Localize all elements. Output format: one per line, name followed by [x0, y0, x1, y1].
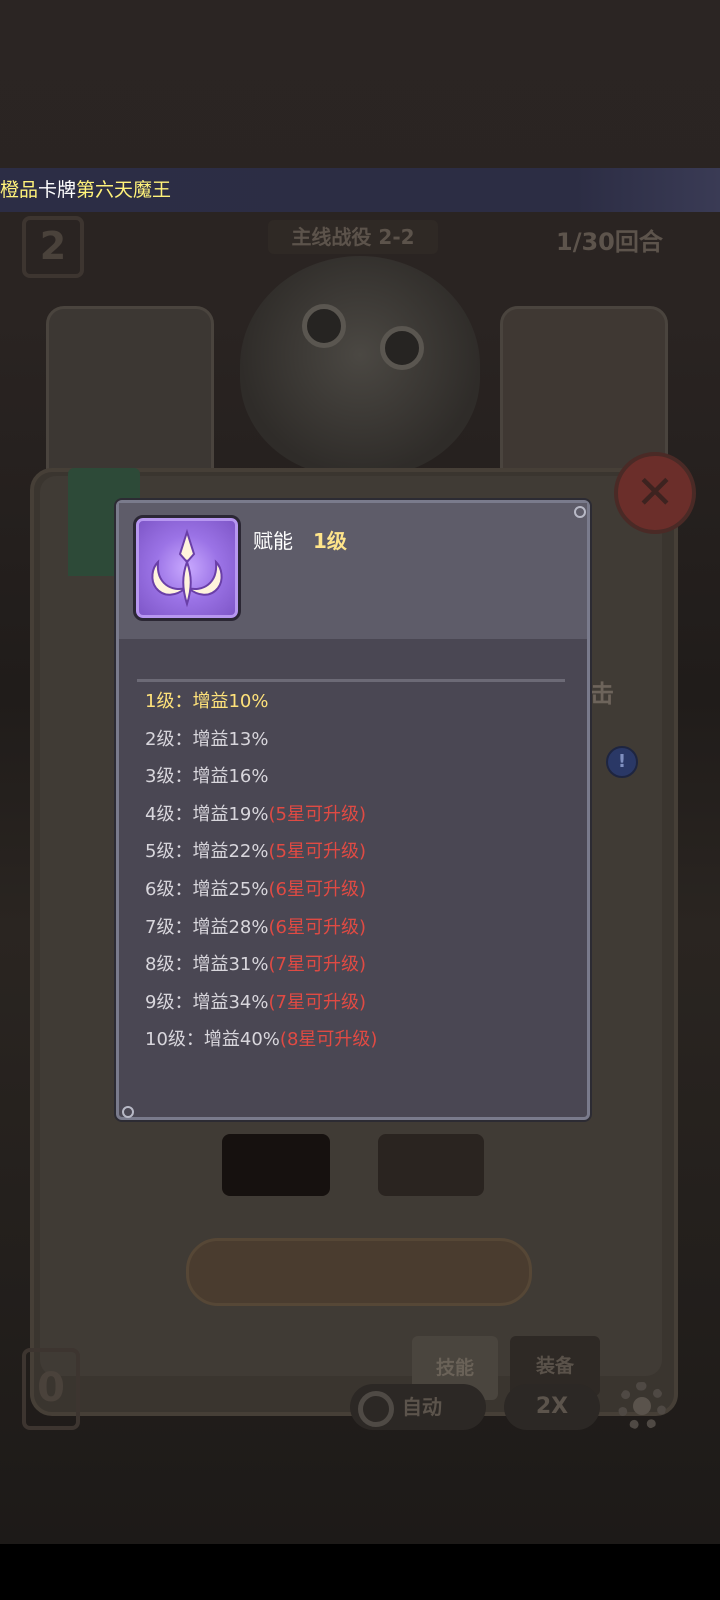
level-label: 8级：增益31% [145, 954, 269, 976]
corner-ornament [122, 1106, 134, 1118]
gear-icon[interactable] [618, 1382, 666, 1430]
level-label: 9级：增益34% [145, 991, 269, 1013]
level-requirement: (6星可升级) [268, 916, 366, 938]
level-item: 9级：增益34%(7星可升级) [145, 984, 377, 1022]
level-label: 5级：增益22% [145, 841, 269, 863]
level-item: 6级：增益25%(6星可升级) [145, 871, 377, 909]
bottom-counter: 0 [22, 1348, 80, 1430]
card-banner: 橙品卡牌第六天魔王 [0, 168, 720, 212]
close-button[interactable]: ✕ [614, 452, 696, 534]
skill-popup: 赋能 1级 1级：增益10% 2级：增益13% 3级：增益16% 4级：增益19%(5… [116, 500, 590, 1120]
action-button-left[interactable] [222, 1134, 330, 1196]
wave-number: 2 [22, 216, 84, 278]
level-label: 1级：增益10% [145, 691, 269, 712]
skill-level: 1级 [313, 529, 347, 553]
level-item: 4级：增益19%(5星可升级) [145, 796, 377, 834]
round-counter: 1/30回合 [556, 228, 663, 256]
level-item: 3级：增益16% [145, 758, 377, 796]
level-item: 10级：增益40%(8星可升级) [145, 1021, 377, 1059]
level-item: 1级：增益10% [145, 683, 377, 721]
skill-name: 赋能 [253, 529, 293, 553]
banner-card-name: 第六天魔王 [76, 179, 172, 201]
monster-eye [302, 304, 346, 348]
monster-eye [380, 326, 424, 370]
level-item: 5级：增益22%(5星可升级) [145, 833, 377, 871]
stage-title: 主线战役 2-2 [268, 220, 438, 254]
level-requirement: (6星可升级) [268, 878, 366, 900]
auto-label: 自动 [402, 1395, 442, 1419]
auto-icon [358, 1390, 394, 1427]
level-requirement: (8星可升级) [279, 1029, 378, 1051]
level-label: 4级：增益19% [145, 803, 269, 825]
level-requirement: (7星可升级) [268, 954, 366, 976]
level-label: 10级：增益40% [145, 1029, 280, 1051]
attack-label: 击 [590, 680, 614, 708]
level-item: 8级：增益31%(7星可升级) [145, 946, 377, 984]
auto-button[interactable]: 自动 [350, 1384, 486, 1430]
banner-card-label: 卡牌 [38, 179, 77, 201]
level-item: 2级：增益13% [145, 721, 377, 759]
boss-monster [240, 256, 480, 476]
level-label: 3级：增益16% [145, 766, 269, 788]
level-requirement: (5星可升级) [268, 803, 366, 825]
banner-quality: 橙品 [0, 179, 39, 201]
divider [137, 679, 565, 682]
speed-button[interactable]: 2X [504, 1384, 600, 1430]
level-requirement: (5星可升级) [268, 841, 366, 863]
skill-popup-header: 赋能 1级 [119, 503, 587, 639]
info-icon[interactable]: ! [606, 746, 638, 778]
level-label: 2级：增益13% [145, 728, 269, 750]
level-label: 6级：增益25% [145, 878, 269, 900]
action-button-right[interactable] [378, 1134, 484, 1196]
level-item: 7级：增益28%(6星可升级) [145, 909, 377, 947]
corner-ornament [574, 506, 586, 518]
empower-skill-icon [133, 515, 241, 621]
level-requirement: (7星可升级) [268, 991, 366, 1013]
level-list: 1级：增益10% 2级：增益13% 3级：增益16% 4级：增益19%(5星可升级) 5… [145, 683, 377, 1059]
level-label: 7级：增益28% [145, 916, 269, 938]
upgrade-button[interactable] [186, 1238, 532, 1306]
